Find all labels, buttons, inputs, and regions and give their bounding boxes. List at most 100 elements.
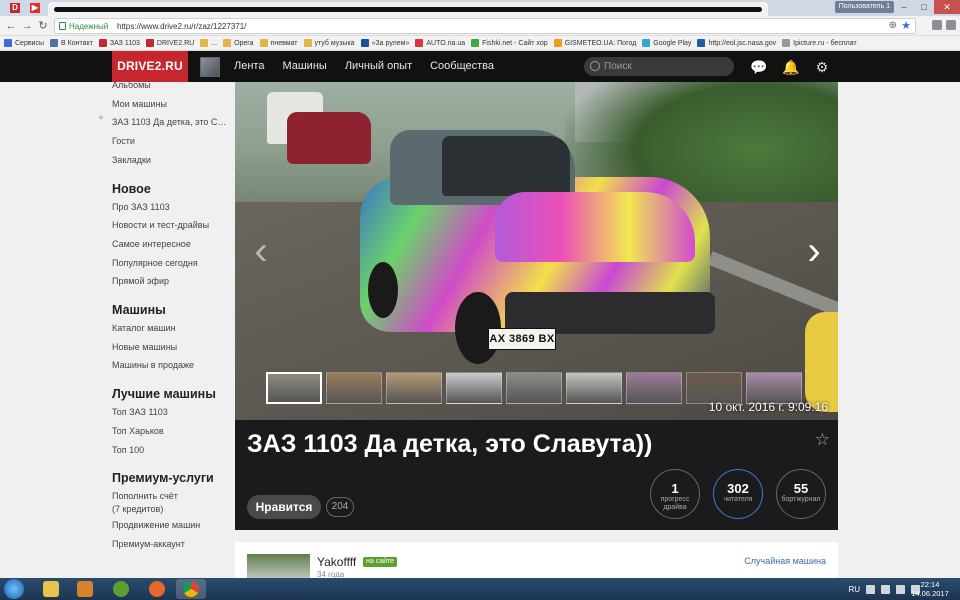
photo-thumbnail[interactable] <box>326 372 382 404</box>
search-icon <box>590 61 600 71</box>
tab-active[interactable] <box>48 2 768 16</box>
taskbar: RU 22:14 14.06.2017 <box>0 578 960 600</box>
tray-arrow-icon[interactable] <box>866 584 875 594</box>
bookmark-item[interactable]: пневмат <box>259 39 298 47</box>
menu-icon[interactable] <box>946 20 956 30</box>
stat-readers[interactable]: 302 читателя <box>713 469 763 519</box>
back-arrow-icon[interactable]: ← <box>4 19 18 33</box>
photo-thumbnail[interactable] <box>446 372 502 404</box>
media-player-app[interactable] <box>70 579 100 599</box>
sidebar-albums[interactable]: Альбомы <box>112 82 230 95</box>
minimize-icon[interactable]: – <box>894 0 914 14</box>
nav-cars[interactable]: Машины <box>282 51 326 82</box>
tab-drive2[interactable]: D <box>6 2 24 16</box>
sidebar-link[interactable]: Пополнить счёт <box>112 490 230 503</box>
car-photo[interactable]: AX 3869 BX ‹ › 10 окт. 2016 г. 9:09:16 <box>235 82 838 420</box>
sidebar-link[interactable]: Премиум-аккаунт <box>112 535 230 554</box>
sidebar-link[interactable]: Прямой эфир <box>112 272 230 291</box>
bookmark-icon <box>4 39 12 47</box>
clock[interactable]: 22:14 14.06.2017 <box>910 580 950 598</box>
photo-thumbnail[interactable] <box>506 372 562 404</box>
next-arrow-icon[interactable]: › <box>802 227 826 275</box>
bookmark-item[interactable]: Ipicture.ru - бесплат <box>782 39 857 47</box>
tray-flag-icon[interactable] <box>881 584 890 594</box>
close-icon[interactable]: ✕ <box>934 0 960 14</box>
start-orb-icon[interactable] <box>4 579 24 599</box>
reload-icon[interactable]: ↻ <box>36 19 50 33</box>
owner-car-thumbnail[interactable] <box>247 554 310 578</box>
tray-network-icon[interactable] <box>896 584 905 594</box>
search-input[interactable] <box>604 59 728 74</box>
photo-thumbnail[interactable] <box>386 372 442 404</box>
bookmark-item[interactable]: AUTO.ria.ua <box>415 39 465 47</box>
stat-drive-progress[interactable]: 1 прогресс драйва <box>650 469 700 519</box>
extension-icon[interactable] <box>932 20 942 30</box>
favorite-star-icon[interactable]: ☆ <box>815 430 830 450</box>
firefox-app[interactable] <box>142 579 172 599</box>
bookmark-item[interactable]: DRIVE2.RU <box>145 39 194 47</box>
messages-icon[interactable]: 💬 <box>750 58 768 76</box>
photo-thumbnail[interactable] <box>566 372 622 404</box>
prev-arrow-icon[interactable]: ‹ <box>249 227 273 275</box>
nav-experience[interactable]: Личный опыт <box>345 51 412 82</box>
page-content: Альбомы Мои машины + ЗАЗ 1103 Да детка, … <box>0 82 960 578</box>
sidebar-link[interactable]: Самое интересное <box>112 235 230 254</box>
sidebar-link[interactable]: Каталог машин <box>112 319 230 338</box>
tab-youtube[interactable]: ▶ <box>26 2 44 16</box>
bookmark-item[interactable]: http://eol.jsc.nasa.gov <box>697 39 776 47</box>
user-avatar[interactable] <box>200 57 220 77</box>
maximize-icon[interactable]: □ <box>914 0 934 14</box>
sidebar-link[interactable]: Топ Харьков <box>112 422 230 441</box>
stat-logbook[interactable]: 55 бортжурнал <box>776 469 826 519</box>
language-indicator[interactable]: RU <box>848 585 860 594</box>
bookmark-item[interactable]: Сервисы <box>4 39 44 47</box>
bookmark-item[interactable]: Fishki.net - Сайт хор <box>471 39 548 47</box>
notifications-bell-icon[interactable]: 🔔 <box>782 58 800 76</box>
site-logo[interactable]: DRIVE2.RU <box>112 51 188 82</box>
owner-name[interactable]: Yakoffff <box>317 555 356 569</box>
nav-feed[interactable]: Лента <box>234 51 264 82</box>
bookmark-item[interactable]: В Контакт <box>50 39 93 47</box>
sidebar-link[interactable]: Новости и тест-драйвы <box>112 216 230 235</box>
url-text[interactable]: https://www.drive2.ru/r/zaz/1227371/ <box>117 20 246 33</box>
bookmark-item[interactable]: GISMETEO.UA: Погод <box>553 39 636 47</box>
car-windshield <box>442 136 570 196</box>
car-hood <box>495 192 695 262</box>
bookmark-star-icon[interactable]: ★ <box>901 19 911 33</box>
bookmark-item[interactable]: Opera <box>223 39 254 47</box>
bookmark-icon <box>259 39 268 47</box>
window-controls: – □ ✕ <box>894 0 960 14</box>
browser-user-badge[interactable]: Пользователь 1 <box>834 1 894 13</box>
bookmark-item[interactable]: «За рулем» <box>360 39 409 47</box>
chrome-app[interactable] <box>176 579 206 599</box>
sidebar-link[interactable]: Машины в продаже <box>112 356 230 375</box>
like-button[interactable]: Нравится <box>247 495 321 519</box>
sidebar-link[interactable]: Популярное сегодня <box>112 254 230 273</box>
sidebar-link[interactable]: Про ЗАЗ 1103 <box>112 198 230 217</box>
zoom-icon[interactable]: ⊕ <box>889 19 897 33</box>
sidebar-guests[interactable]: Гости <box>112 132 230 151</box>
sidebar-bookmarks[interactable]: Закладки <box>112 151 230 170</box>
sidebar-current-car[interactable]: ЗАЗ 1103 Да детка, это Слав... <box>112 113 230 132</box>
nav-communities[interactable]: Сообщества <box>430 51 494 82</box>
photo-thumbnail[interactable] <box>626 372 682 404</box>
explorer-app[interactable] <box>36 579 66 599</box>
sidebar-link[interactable]: Новые машины <box>112 338 230 357</box>
plus-icon[interactable]: + <box>98 113 104 124</box>
utorrent-app[interactable] <box>106 579 136 599</box>
bookmark-item[interactable]: утуб музыка <box>303 39 355 47</box>
bookmark-item[interactable]: ЗАЗ 1103 <box>98 39 140 47</box>
url-field[interactable]: Надежный https://www.drive2.ru/r/zaz/122… <box>54 18 916 34</box>
sidebar-link[interactable]: Топ 100 <box>112 441 230 460</box>
random-car-link[interactable]: Случайная машина <box>744 556 826 566</box>
photo-thumbnail[interactable] <box>266 372 322 404</box>
sidebar-link[interactable]: Топ ЗАЗ 1103 <box>112 403 230 422</box>
bookmark-label: ... <box>211 39 218 47</box>
bookmark-item[interactable]: ... <box>200 39 217 47</box>
forward-arrow-icon[interactable]: → <box>20 19 34 33</box>
bookmark-item[interactable]: Google Play <box>642 39 691 47</box>
sidebar-link[interactable]: Продвижение машин <box>112 516 230 535</box>
settings-gear-icon[interactable]: ⚙ <box>813 58 831 76</box>
sidebar-heading-new: Новое <box>112 181 151 196</box>
sidebar-my-cars[interactable]: Мои машины <box>112 95 230 114</box>
